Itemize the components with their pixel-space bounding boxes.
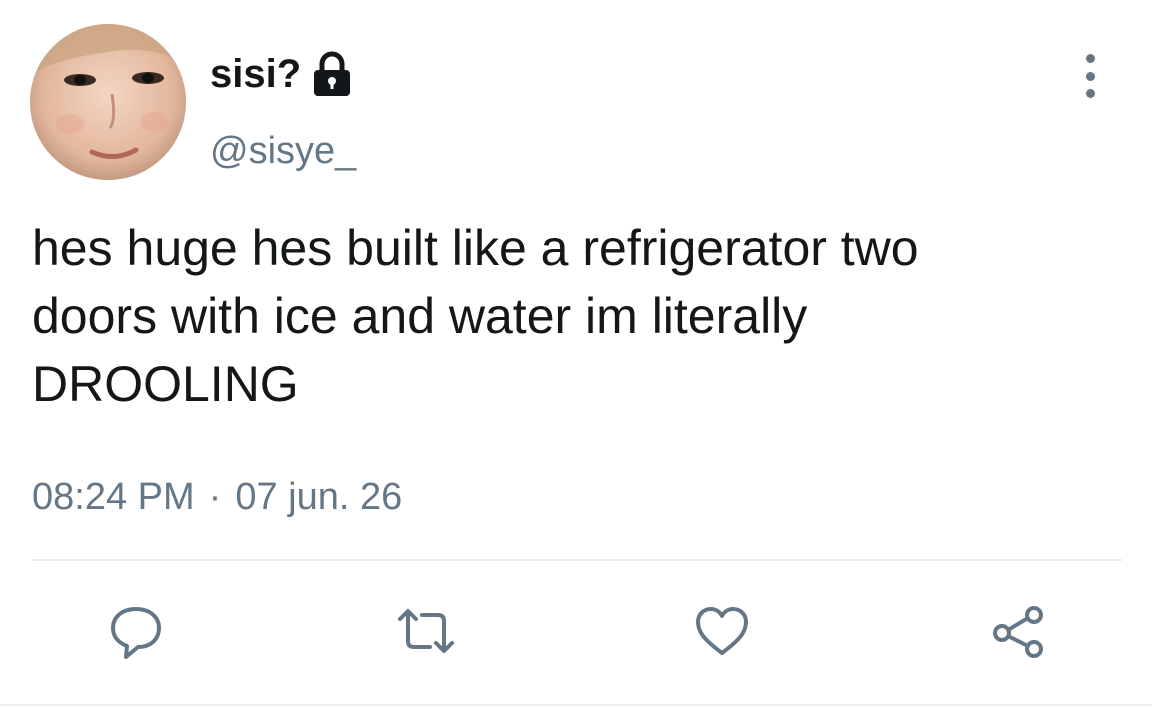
- bottom-divider: [0, 704, 1152, 706]
- user-handle[interactable]: @sisye_: [210, 124, 356, 178]
- tweet-date: 07 jun. 26: [235, 476, 403, 518]
- share-button[interactable]: [983, 596, 1053, 666]
- action-bar: [0, 596, 1152, 666]
- display-name[interactable]: sisi?: [210, 46, 353, 102]
- divider: [32, 559, 1122, 561]
- tweet-text: hes huge hes built like a refrigerator t…: [32, 220, 919, 412]
- more-dot: [1085, 71, 1095, 81]
- more-vertical-icon[interactable]: [1070, 54, 1110, 98]
- avatar-photo: [30, 24, 186, 180]
- tweet-time: 08:24 PM: [32, 476, 195, 518]
- more-dot: [1085, 89, 1095, 98]
- heart-icon: [696, 607, 748, 655]
- like-button[interactable]: [687, 596, 757, 666]
- meta-separator: ·: [208, 476, 222, 518]
- reply-button[interactable]: [101, 596, 171, 666]
- retweet-button[interactable]: [391, 596, 461, 666]
- more-dot: [1085, 54, 1095, 63]
- lock-icon: [311, 51, 353, 97]
- display-name-text: sisi?: [210, 52, 302, 96]
- share-icon: [993, 606, 1043, 658]
- avatar[interactable]: [30, 24, 186, 180]
- tweet-timestamp[interactable]: 08:24 PM · 07 jun. 26: [32, 470, 402, 524]
- reply-icon: [111, 607, 161, 659]
- retweet-icon: [398, 609, 454, 653]
